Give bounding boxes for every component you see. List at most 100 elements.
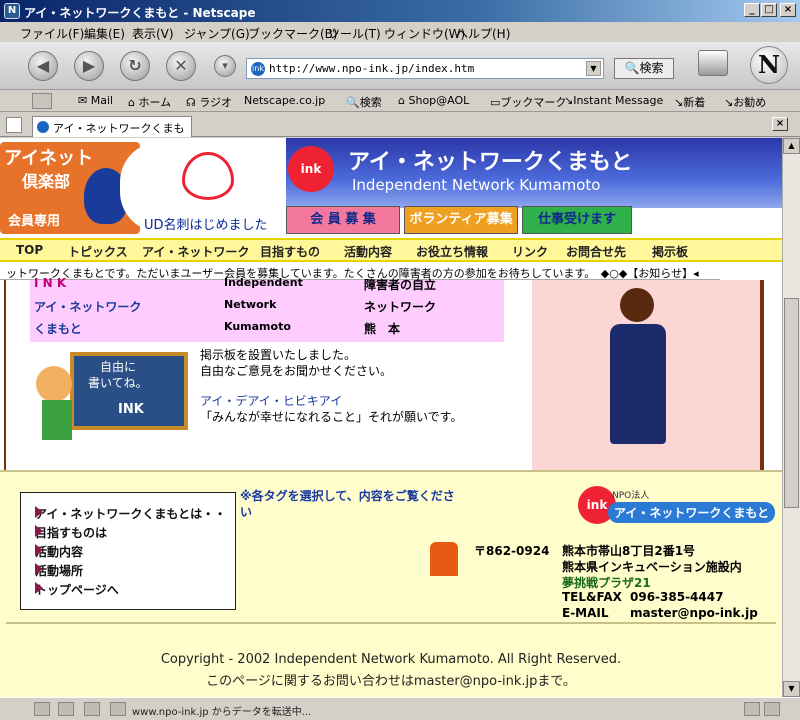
- nav-activities[interactable]: 活動内容: [344, 243, 392, 260]
- url-input[interactable]: [269, 62, 579, 75]
- child-body-image: [42, 400, 72, 440]
- club-banner[interactable]: アイネット 倶楽部 会員専用: [0, 142, 140, 234]
- scroll-thumb[interactable]: [784, 298, 799, 508]
- table-cell: アイ・ネットワーク: [34, 300, 142, 314]
- triangle-bullet-icon: [35, 582, 43, 594]
- maximize-button[interactable]: □: [761, 3, 777, 17]
- minimize-button[interactable]: _: [744, 3, 760, 17]
- scroll-up-icon[interactable]: ▲: [783, 138, 800, 154]
- nav-top[interactable]: TOP: [16, 243, 43, 257]
- table-cell: Kumamoto: [224, 320, 291, 333]
- mail-address[interactable]: master@npo-ink.jp: [630, 606, 758, 620]
- stop-button[interactable]: ✕: [166, 51, 196, 81]
- triangle-bullet-icon: [35, 563, 43, 575]
- status-composer-icon[interactable]: [84, 702, 100, 716]
- search-button[interactable]: 🔍検索: [614, 58, 674, 79]
- status-navigator-icon[interactable]: [58, 702, 74, 716]
- table-cell: I N K: [34, 276, 67, 290]
- nav-links[interactable]: リンク: [512, 243, 548, 260]
- url-bar[interactable]: ink ▼: [246, 58, 604, 79]
- footer-nav-about[interactable]: アイ・ネットワークくまもとは・・: [35, 505, 226, 522]
- footer-nav-box: アイ・ネットワークくまもとは・・ 目指すものは 活動内容 活動場所 トップページ…: [20, 492, 236, 610]
- footer-divider: [6, 622, 776, 624]
- status-address-book-icon[interactable]: [110, 702, 126, 716]
- menu-bookmarks[interactable]: ブックマーク(B): [248, 25, 338, 42]
- reload-button[interactable]: ↻: [120, 51, 150, 81]
- guide-woman-head-image: [620, 288, 654, 322]
- board-text: 書いてね。: [88, 376, 148, 390]
- triangle-bullet-icon: [35, 506, 43, 518]
- menu-edit[interactable]: 編集(E): [84, 25, 125, 42]
- npo-name: アイ・ネットワークくまもと: [608, 502, 776, 523]
- bbs-notice-text: 自由なご意見をお聞かせください。: [200, 364, 393, 378]
- nav-goals[interactable]: 目指すもの: [260, 243, 320, 260]
- copyright-text: Copyright - 2002 Independent Network Kum…: [160, 652, 622, 667]
- tab-active[interactable]: アイ・ネットワークくまもと: [32, 116, 192, 151]
- netscape-logo-icon[interactable]: N: [750, 46, 788, 84]
- vertical-scrollbar[interactable]: ▲ ▼: [782, 138, 800, 697]
- menu-go[interactable]: ジャンプ(G): [184, 25, 250, 42]
- table-cell: くまもと: [34, 322, 82, 336]
- menu-file[interactable]: ファイル(F): [20, 25, 84, 42]
- ticker-marquee: ットワークくまもとです。ただいまユーザー会員を募集しています。たくさんの障害者の…: [0, 264, 720, 280]
- ptb-shop[interactable]: ⌂ Shop@AOL: [398, 94, 469, 107]
- menu-help[interactable]: ヘルプ(H): [456, 25, 510, 42]
- nav-contact[interactable]: お問合せ先: [566, 243, 626, 260]
- forward-button[interactable]: ▶: [74, 51, 104, 81]
- ptb-bookmarks[interactable]: ▭ブックマーク: [490, 94, 566, 110]
- club-member-label: 会員専用: [8, 214, 61, 229]
- ptb-mail[interactable]: ✉ Mail: [78, 94, 113, 107]
- address-line: 夢挑戦プラザ21: [562, 576, 651, 590]
- url-dropdown-icon[interactable]: ▼: [586, 61, 601, 76]
- guide-figure-area: [532, 280, 760, 470]
- tel-number: 096-385-4447: [630, 590, 724, 604]
- print-icon[interactable]: [698, 50, 728, 76]
- ptb-new[interactable]: ↘新着: [674, 94, 705, 110]
- page-header: アイネット 倶楽部 会員専用 UD名刺はじめました ink アイ・ネットワークく…: [0, 138, 782, 238]
- footer-nav-goals[interactable]: 目指すものは: [35, 524, 107, 541]
- table-cell: 熊 本: [364, 322, 401, 336]
- address-line: 熊本県インキュベーション施設内: [562, 560, 742, 574]
- scroll-down-icon[interactable]: ▼: [783, 681, 800, 697]
- triangle-bullet-icon: [35, 525, 43, 537]
- toolbar-grip-icon[interactable]: [32, 93, 52, 109]
- table-cell: 障害者の自立: [364, 278, 437, 292]
- status-lock-icon[interactable]: [764, 702, 780, 716]
- ptb-radio[interactable]: ☊ ラジオ: [186, 94, 232, 110]
- table-cell: ネットワーク: [364, 300, 437, 314]
- ud-text: UD名刺はじめました: [144, 218, 268, 233]
- url-history-dropdown[interactable]: ▾: [214, 55, 236, 77]
- menu-tools[interactable]: ツール(T): [328, 25, 381, 42]
- volunteer-recruit-button[interactable]: ボランティア募集: [404, 206, 518, 234]
- footer: アイ・ネットワークくまもとは・・ 目指すものは 活動内容 活動場所 トップページ…: [0, 470, 782, 697]
- footer-nav-top[interactable]: トップページへ: [35, 581, 119, 598]
- blackboard-image[interactable]: 自由に 書いてね。 INK: [70, 352, 188, 430]
- ptb-netscape[interactable]: Netscape.co.jp: [244, 94, 325, 107]
- menu-window[interactable]: ウィンドウ(W): [384, 25, 465, 42]
- nav-bbs[interactable]: 掲示板: [652, 243, 688, 260]
- tag-note: ※各タグを選択して、内容をご覧ください: [240, 489, 455, 519]
- motto-title: アイ・デアイ・ヒビキアイ: [200, 394, 343, 408]
- nav-inet[interactable]: アイ・ネットワーク: [142, 243, 249, 260]
- site-favicon-icon: ink: [251, 62, 265, 76]
- status-security-icon[interactable]: [744, 702, 760, 716]
- status-mail-icon[interactable]: [34, 702, 50, 716]
- menu-view[interactable]: 表示(V): [132, 25, 174, 42]
- ud-card-area[interactable]: UD名刺はじめました: [120, 142, 290, 233]
- ptb-home[interactable]: ⌂ ホーム: [128, 94, 171, 110]
- close-window-button[interactable]: ×: [780, 3, 796, 17]
- guide-woman-image: [610, 324, 666, 444]
- ptb-recommend[interactable]: ↘お勧め: [724, 94, 766, 110]
- member-recruit-button[interactable]: 会 員 募 集: [286, 206, 400, 234]
- back-button[interactable]: ◀: [28, 51, 58, 81]
- nav-useful-info[interactable]: お役立ち情報: [416, 243, 488, 260]
- footer-nav-activities[interactable]: 活動内容: [35, 543, 83, 560]
- footer-nav-location[interactable]: 活動場所: [35, 562, 83, 579]
- site-nav: TOP トピックス アイ・ネットワーク 目指すもの 活動内容 お役立ち情報 リン…: [0, 238, 782, 262]
- ptb-instant-message[interactable]: ↘Instant Message: [564, 94, 663, 107]
- work-accept-button[interactable]: 仕事受けます: [522, 206, 632, 234]
- new-tab-icon[interactable]: [6, 117, 22, 133]
- ptb-search[interactable]: 🔍検索: [346, 94, 382, 110]
- nav-topics[interactable]: トピックス: [68, 243, 128, 260]
- close-tab-button[interactable]: ×: [772, 117, 788, 131]
